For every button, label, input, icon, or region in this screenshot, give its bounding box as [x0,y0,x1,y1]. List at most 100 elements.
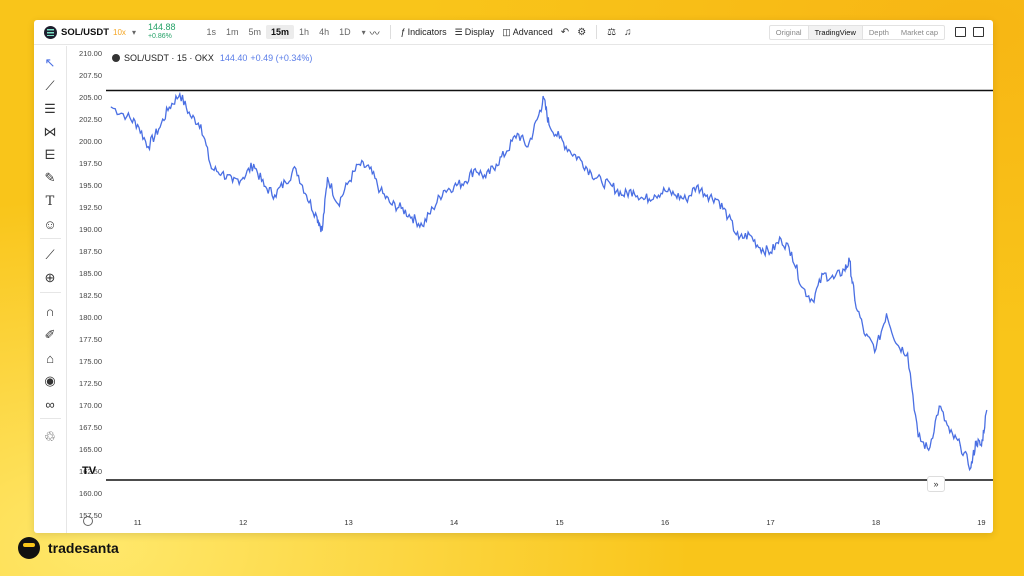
price-point [390,203,392,205]
price-point [321,229,323,231]
price-point [975,440,977,442]
price-point [543,97,545,99]
scroll-to-latest-button[interactable]: » [927,476,945,492]
price-point [822,273,824,275]
price-point [849,260,851,262]
price-point [347,181,350,183]
y-tick-label: 165.00 [79,445,102,455]
y-tick-label: 185.00 [79,269,102,279]
y-tick-label: 172.50 [79,379,102,389]
price-point [674,194,677,196]
price-point [896,343,898,346]
price-point [147,146,149,148]
y-tick-label: 182.50 [79,291,102,301]
price-point [959,445,961,447]
price-point [970,467,972,469]
price-point [632,190,634,192]
price-point [601,181,603,183]
x-tick-label: 16 [660,518,670,527]
price-point [986,409,988,412]
price-point [706,194,708,196]
price-point [242,176,244,179]
price-point [158,128,160,130]
price-point [485,176,487,179]
price-point [231,181,234,183]
y-tick-label: 190.00 [79,225,102,235]
price-point [854,299,856,302]
y-tick-label: 192.50 [79,203,102,213]
y-tick-label: 177.50 [79,335,102,345]
price-point [179,93,181,95]
price-point [622,194,624,196]
price-point [590,172,592,174]
y-tick-label: 187.50 [79,247,102,257]
price-point [411,216,413,218]
price-point [474,168,476,170]
price-point [221,172,223,174]
price-point [326,176,329,179]
price-point [263,185,265,187]
price-point [548,124,550,126]
price-point [928,449,930,451]
price-point [200,124,202,126]
price-point [907,352,909,354]
x-tick-label: 12 [238,518,248,527]
price-point [253,163,255,165]
y-tick-label: 207.50 [79,71,102,81]
y-tick-label: 167.50 [79,423,102,433]
price-point [316,216,318,218]
price-point [284,181,286,183]
x-tick-label: 14 [449,518,459,527]
brand: tradesanta [18,537,119,559]
tradesanta-logo-icon [18,537,40,559]
price-point [126,115,128,117]
y-tick-label: 180.00 [79,313,102,323]
x-tick-label: 15 [555,518,564,527]
price-point [917,436,919,438]
price-point [875,348,877,350]
price-point [812,299,814,302]
price-point [516,132,518,135]
y-tick-label: 195.00 [79,181,102,191]
price-point [685,198,687,201]
y-tick-label: 210.00 [79,49,102,59]
y-tick-label: 200.00 [79,137,102,147]
price-chart [106,89,993,481]
price-point [727,216,729,218]
price-point [305,194,308,196]
axis-settings-icon[interactable] [83,516,93,526]
price-point [580,159,582,161]
y-tick-label: 160.00 [79,489,102,499]
price-point [453,185,455,187]
y-tick-label: 170.00 [79,401,102,411]
price-point [369,168,371,170]
price-point [495,163,497,165]
brand-name: tradesanta [48,540,119,556]
price-point [189,115,191,117]
price-point [210,168,213,170]
price-point [400,207,402,209]
price-point [780,238,782,240]
price-point [748,234,751,236]
price-point [558,137,561,139]
price-point [432,207,434,209]
price-point [801,286,803,288]
price-point [611,185,613,187]
tradingview-logo: TV [82,465,97,477]
price-point [358,163,360,165]
price-point [643,198,645,201]
y-tick-label: 175.00 [79,357,102,367]
price-point [759,247,761,249]
x-tick-label: 18 [871,518,881,527]
y-tick-label: 205.00 [79,93,102,103]
price-point [769,251,772,253]
price-point [168,106,170,108]
price-point [379,190,381,192]
price-point [137,124,139,126]
price-point [843,269,845,271]
price-point [664,190,666,192]
price-point [833,278,835,280]
price-point [337,203,339,205]
price-point [653,194,656,196]
price-point [527,146,529,148]
